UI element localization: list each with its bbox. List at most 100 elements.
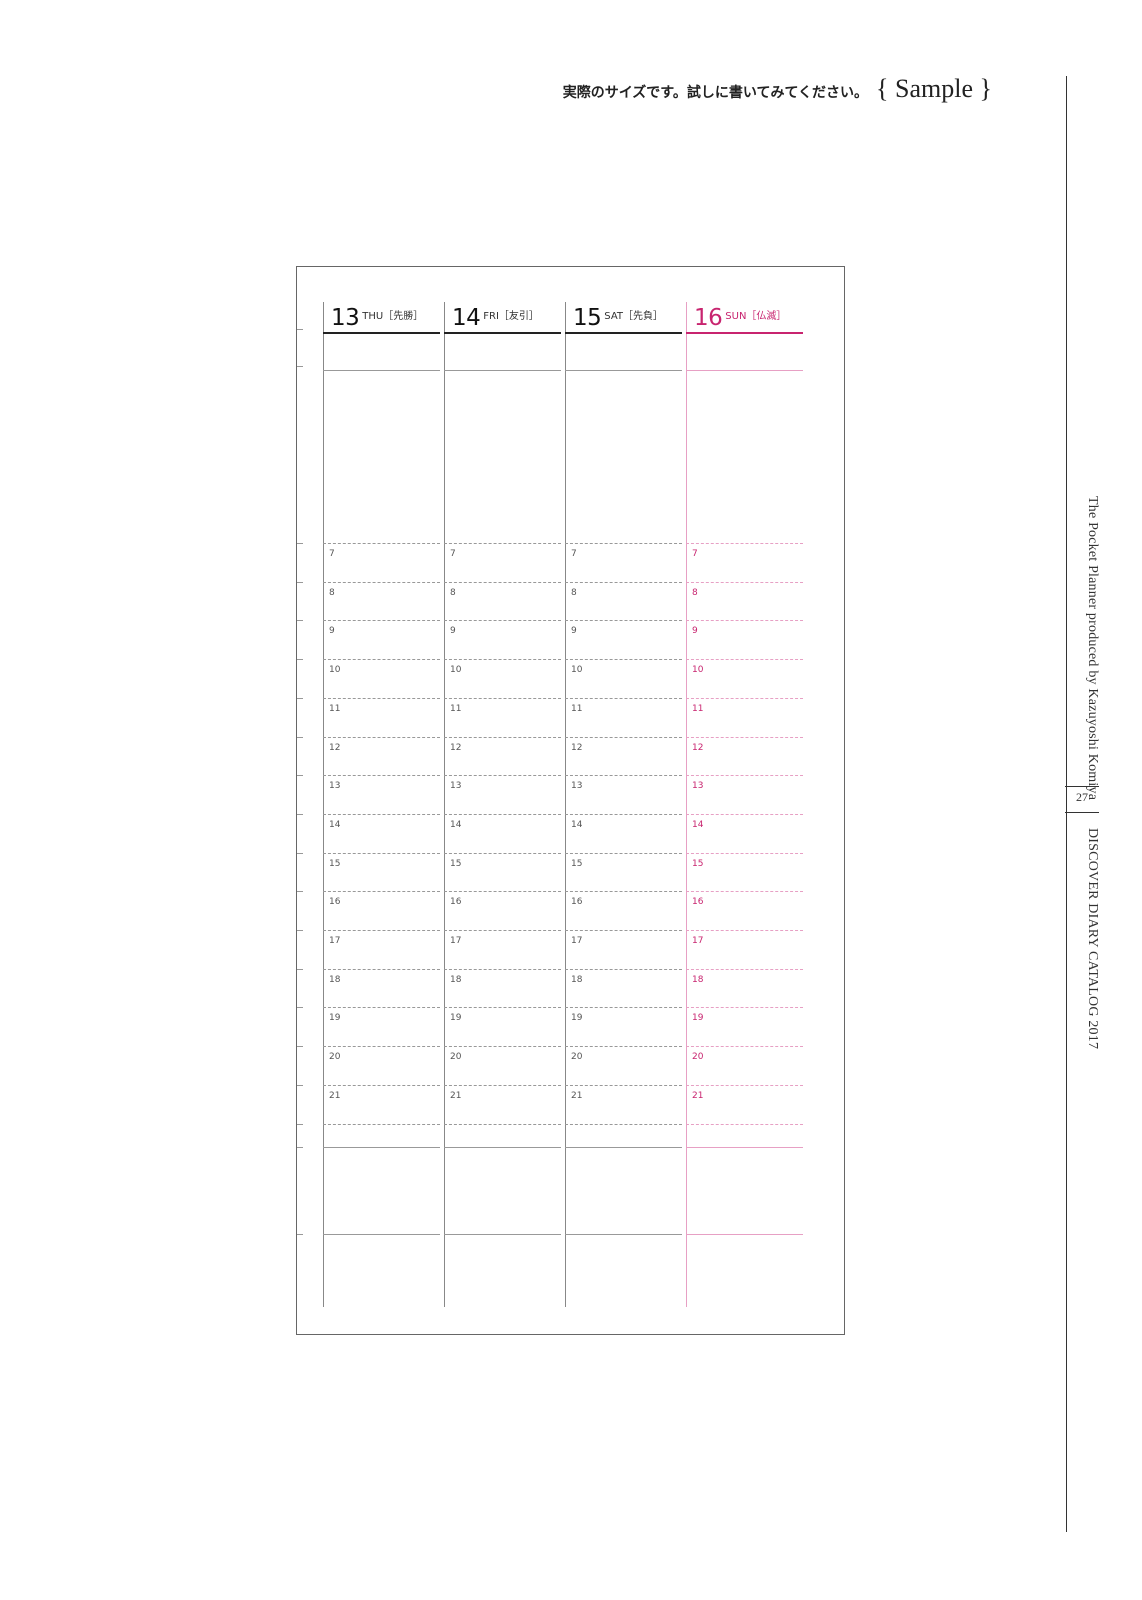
hour-line <box>686 891 803 892</box>
prev-page-rule <box>297 775 303 776</box>
hour-label: 14 <box>329 820 341 830</box>
hour-line <box>686 1124 803 1125</box>
page-header: 実際のサイズです。試しに書いてみてください。 { Sample } <box>563 74 992 104</box>
day-header: 15 SAT［先負］ <box>573 305 663 331</box>
hour-line <box>323 853 440 854</box>
caption-title: The Pocket Planner produced by Kazuyoshi… <box>1085 496 1100 801</box>
hour-label: 7 <box>692 549 698 559</box>
notes-rule <box>686 1147 803 1148</box>
prev-page-rule <box>297 582 303 583</box>
hour-label: 19 <box>450 1013 462 1023</box>
column-rule <box>565 302 566 1307</box>
hour-label: 7 <box>571 549 577 559</box>
hour-line <box>686 698 803 699</box>
hour-label: 13 <box>450 781 462 791</box>
day-label: THU［先勝］ <box>362 311 424 322</box>
hour-line <box>686 853 803 854</box>
hour-line <box>444 814 561 815</box>
hour-line <box>565 891 682 892</box>
hour-line <box>323 1124 440 1125</box>
header-underline <box>686 332 803 334</box>
notes-rule <box>565 1234 682 1235</box>
prev-page-rule <box>297 1147 303 1148</box>
column-rule <box>686 302 687 1307</box>
prev-page-rule <box>297 930 303 931</box>
hour-line <box>565 1085 682 1086</box>
hour-line <box>565 582 682 583</box>
hour-label: 17 <box>692 936 704 946</box>
hour-label: 20 <box>692 1052 704 1062</box>
hour-line <box>323 969 440 970</box>
hour-label: 13 <box>571 781 583 791</box>
prev-page-rule <box>297 853 303 854</box>
prev-page-rule <box>297 620 303 621</box>
hour-line <box>323 891 440 892</box>
prev-page-rule <box>297 1046 303 1047</box>
hour-label: 19 <box>571 1013 583 1023</box>
header-underline <box>565 332 682 334</box>
notes-rule <box>323 1147 440 1148</box>
hour-line <box>444 930 561 931</box>
hour-label: 18 <box>692 975 704 985</box>
hour-label: 20 <box>329 1052 341 1062</box>
hour-line <box>686 582 803 583</box>
hour-line <box>686 930 803 931</box>
prev-page-rule <box>297 329 303 330</box>
prev-page-rule <box>297 698 303 699</box>
day-label: SUN［仏滅］ <box>725 311 787 322</box>
hour-label: 12 <box>571 743 583 753</box>
hour-line <box>444 737 561 738</box>
prev-page-rule <box>297 1124 303 1125</box>
header-underline <box>444 332 561 334</box>
memo-rule <box>323 370 440 371</box>
prev-page-rule <box>297 1234 303 1235</box>
hour-label: 9 <box>571 626 577 636</box>
hour-label: 11 <box>450 704 462 714</box>
hour-line <box>686 1085 803 1086</box>
hour-label: 17 <box>450 936 462 946</box>
hour-label: 15 <box>692 859 704 869</box>
hour-label: 21 <box>329 1091 341 1101</box>
hour-label: 10 <box>450 665 462 675</box>
column-rule <box>444 302 445 1307</box>
prev-page-rule <box>297 969 303 970</box>
hour-line <box>686 814 803 815</box>
hour-line <box>565 737 682 738</box>
hour-label: 17 <box>329 936 341 946</box>
header-sample-label: { Sample } <box>876 74 992 103</box>
hour-label: 8 <box>329 588 335 598</box>
day-date: 15 <box>573 305 602 331</box>
caption-separator <box>1065 812 1099 813</box>
day-date: 16 <box>694 305 723 331</box>
hour-label: 10 <box>571 665 583 675</box>
caption-separator <box>1065 786 1099 787</box>
column-rule <box>323 302 324 1307</box>
hour-line <box>323 1007 440 1008</box>
hour-line <box>323 659 440 660</box>
memo-rule <box>565 370 682 371</box>
hour-line <box>686 775 803 776</box>
hour-line <box>444 698 561 699</box>
hour-label: 7 <box>329 549 335 559</box>
hour-label: 9 <box>329 626 335 636</box>
notes-rule <box>323 1234 440 1235</box>
hour-label: 18 <box>329 975 341 985</box>
hour-label: 8 <box>571 588 577 598</box>
hour-label: 17 <box>571 936 583 946</box>
hour-line <box>565 620 682 621</box>
hour-line <box>444 1007 561 1008</box>
prev-page-rule <box>297 891 303 892</box>
hour-label: 16 <box>329 897 341 907</box>
prev-page-rule <box>297 737 303 738</box>
hour-line <box>444 1085 561 1086</box>
hour-line <box>323 1085 440 1086</box>
header-underline <box>323 332 440 334</box>
prev-page-rule <box>297 366 303 367</box>
day-header: 14 FRI［友引］ <box>452 305 539 331</box>
hour-label: 18 <box>450 975 462 985</box>
hour-line <box>444 969 561 970</box>
hour-label: 8 <box>450 588 456 598</box>
day-label: SAT［先負］ <box>604 311 663 322</box>
hour-label: 13 <box>692 781 704 791</box>
hour-label: 21 <box>571 1091 583 1101</box>
